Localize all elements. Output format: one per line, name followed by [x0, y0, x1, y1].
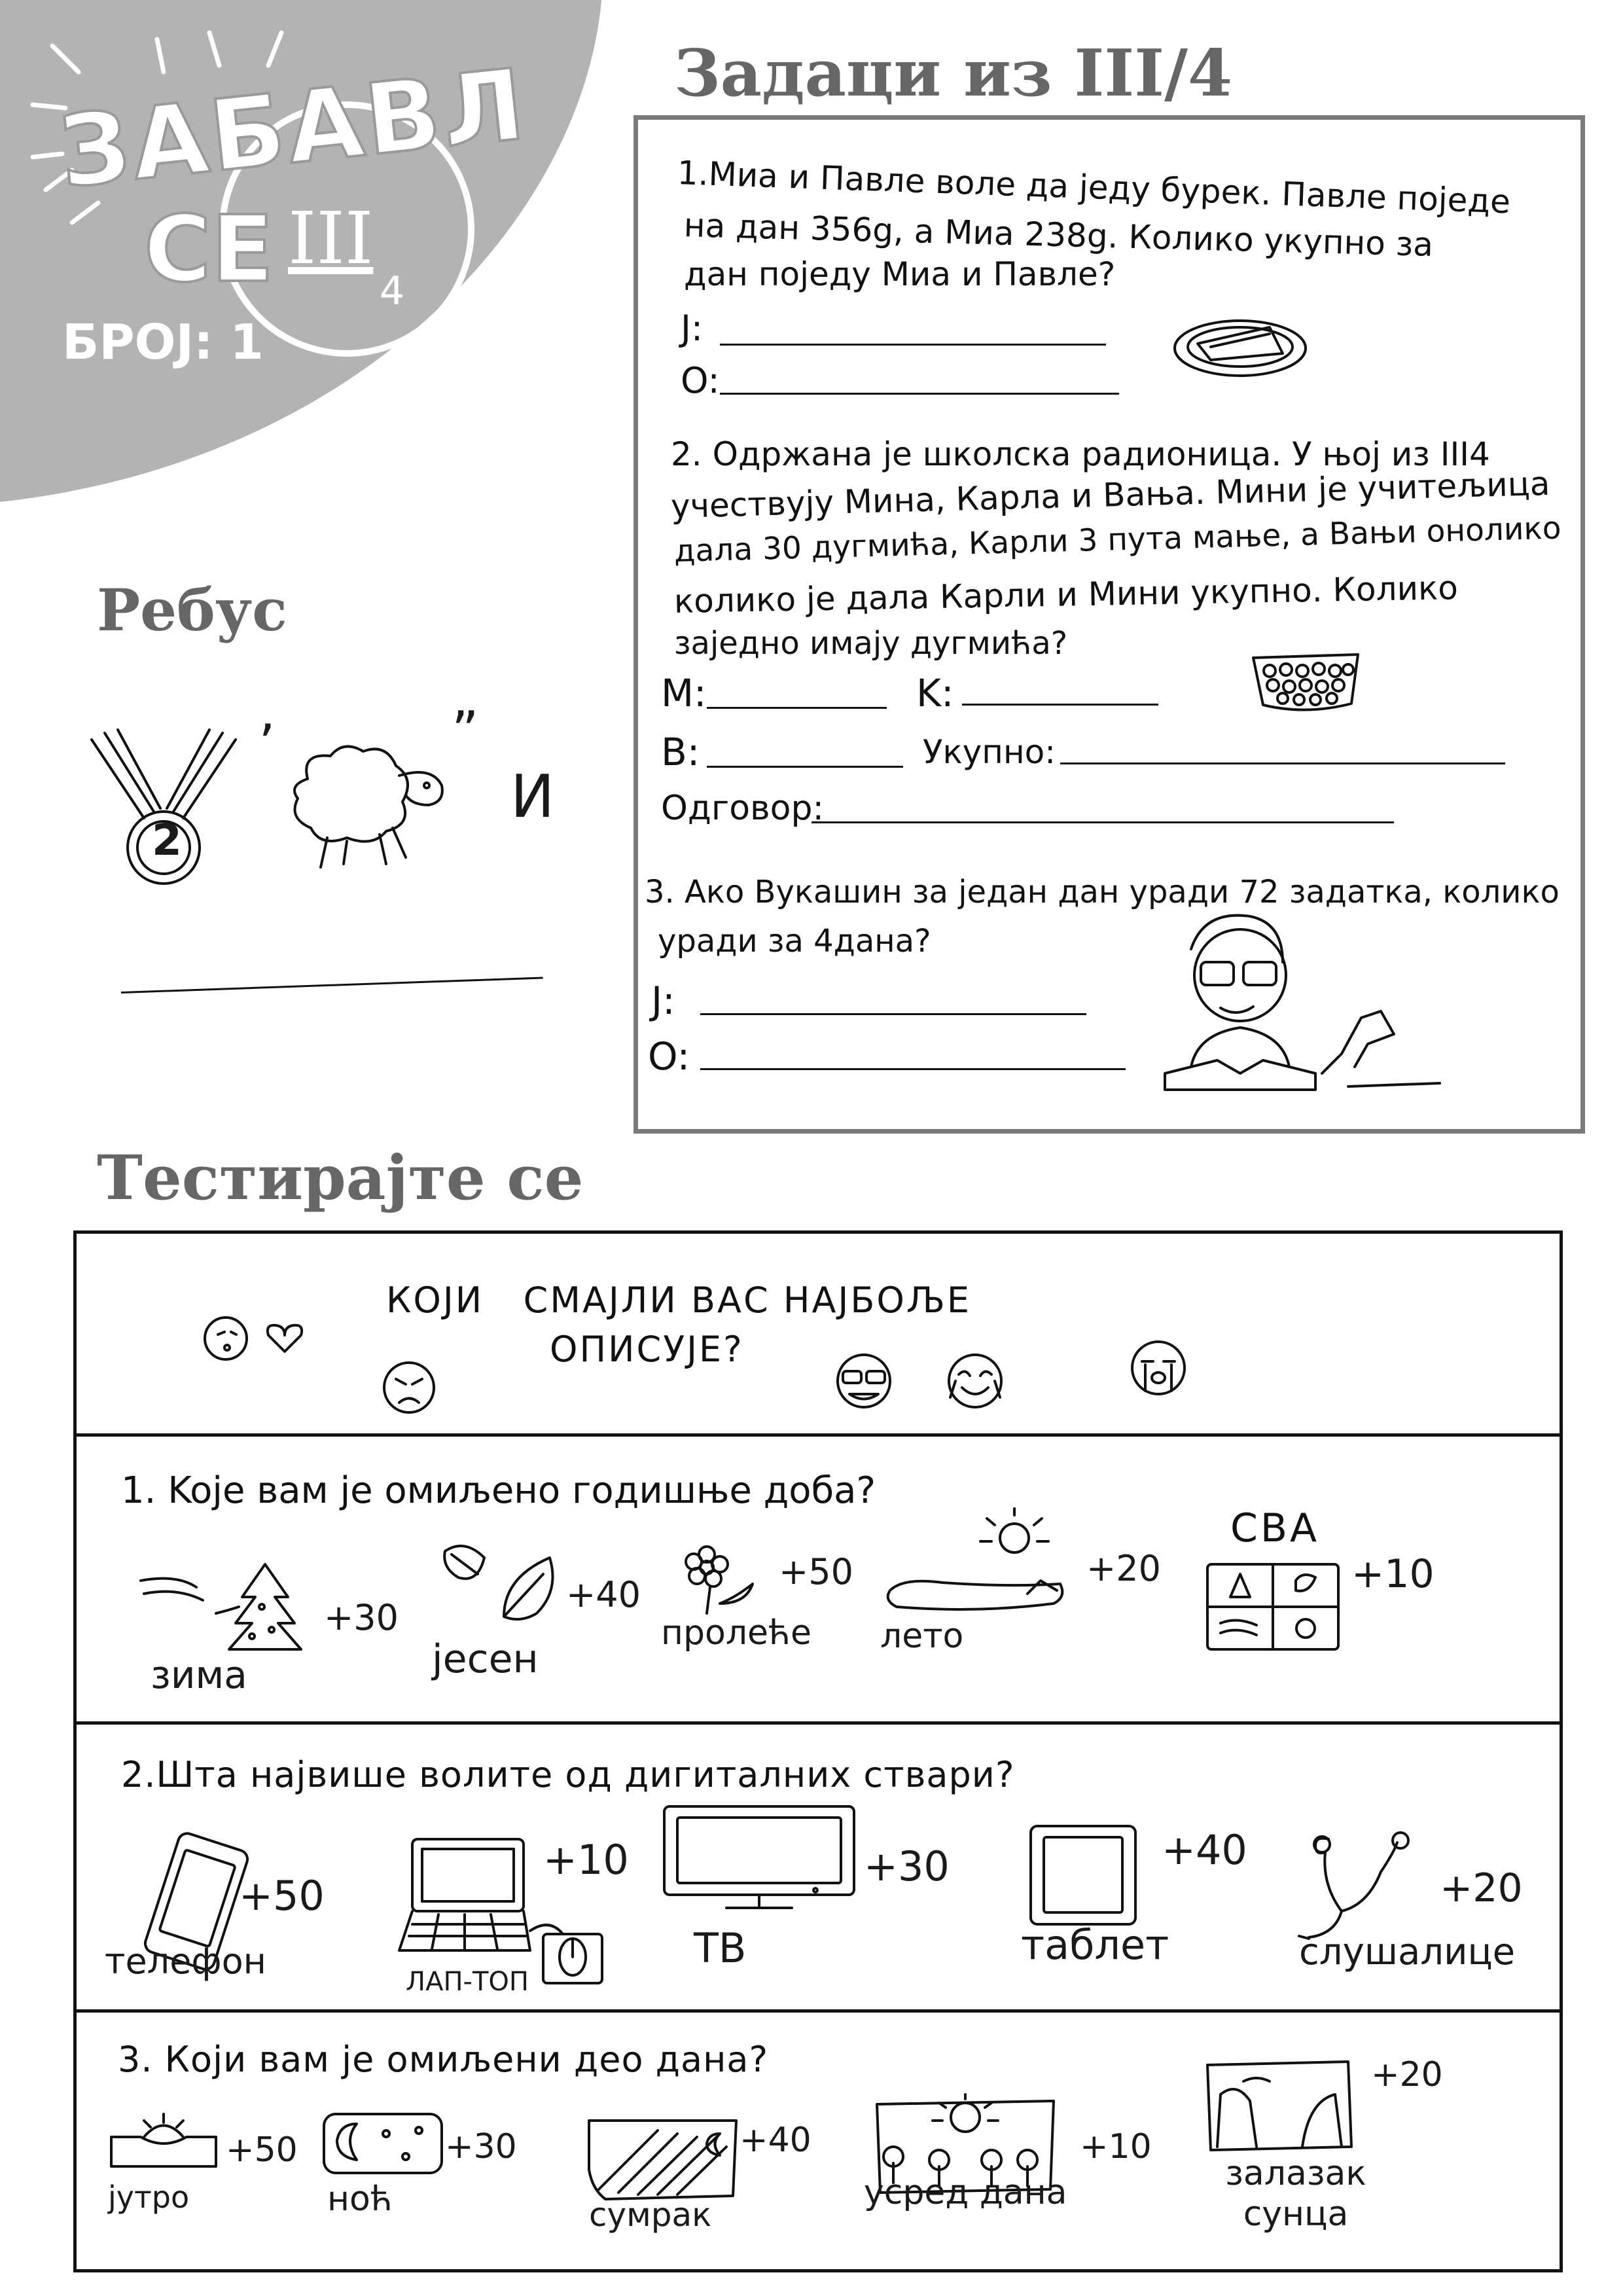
- dusk-icon: [588, 2119, 738, 2200]
- tablet-icon: [1029, 1825, 1137, 1926]
- q3-label-dusk[interactable]: сумрак: [589, 2196, 711, 2234]
- task1-label-j: J:: [681, 308, 704, 349]
- task1-answer-line-o[interactable]: [720, 393, 1119, 395]
- task3-answer-line-j[interactable]: [700, 1013, 1086, 1015]
- task2-line1: 2. Одржана је школска радионица. У њој и…: [671, 435, 1490, 473]
- q3-label-morning[interactable]: јутро: [108, 2179, 189, 2215]
- crying-laughing-smiley-icon: [948, 1354, 1003, 1408]
- quiz-intro-line1: КОЈИ СМАЈЛИ ВАС НАЈБОЉЕ: [386, 1280, 972, 1321]
- headphones-icon: [1298, 1831, 1410, 1940]
- q1-label-spring[interactable]: пролеће: [661, 1613, 812, 1653]
- q2-question: 2.Шта највише волите од дигиталних ствар…: [121, 1754, 1015, 1795]
- task1-label-o: O:: [681, 360, 720, 401]
- quiz-row-separator: [77, 1721, 1560, 1725]
- quiz-intro-line2: ОПИСУЈЕ?: [550, 1329, 744, 1370]
- spring-flower-icon: [685, 1545, 754, 1615]
- task3-label-j: J:: [651, 978, 675, 1023]
- task2-label-v: B:: [661, 730, 700, 774]
- morning-sunrise-icon: [110, 2113, 217, 2168]
- burek-plate-icon: [1173, 319, 1307, 377]
- logo-class-numeral: III: [288, 196, 374, 280]
- q1-points-winter: +30: [324, 1597, 399, 1638]
- task3-line2: уради за 4дана?: [658, 923, 931, 960]
- task2-label-total: Укупно:: [923, 733, 1056, 771]
- logo-issue: БРОЈ: 1: [62, 314, 264, 370]
- q1-label-autumn[interactable]: јесен: [432, 1636, 539, 1682]
- q1-points-all: +10: [1351, 1551, 1435, 1597]
- q3-label-night[interactable]: ноћ: [327, 2179, 393, 2219]
- summer-beach-icon: [886, 1507, 1064, 1611]
- q1-points-autumn: +40: [566, 1574, 641, 1615]
- q3-points-midday: +10: [1080, 2127, 1152, 2166]
- q2-points-tablet: +40: [1162, 1826, 1247, 1874]
- crying-smiley-icon: [1131, 1340, 1186, 1395]
- angry-smiley-icon: [383, 1361, 435, 1414]
- quiz-row-separator: [77, 1433, 1560, 1437]
- q2-points-headphones: +20: [1440, 1865, 1523, 1911]
- task3-answer-line-o[interactable]: [700, 1068, 1126, 1070]
- task2-answer-line-v[interactable]: [707, 766, 903, 768]
- task2-label-k: K:: [916, 671, 954, 715]
- task1-answer-line-j[interactable]: [720, 344, 1106, 346]
- sheep-icon: [293, 745, 444, 869]
- tasks-heading: Задаци из III/4: [674, 36, 1233, 111]
- button-bowl-icon: [1252, 653, 1359, 711]
- task3-label-o: O:: [648, 1034, 690, 1079]
- rebus-heading: Ребус: [97, 576, 287, 644]
- q1-question: 1. Koje вам je омиљено годишње доба?: [121, 1469, 876, 1512]
- rebus-answer-line[interactable]: [120, 977, 543, 994]
- task2-answer-line-m[interactable]: [707, 707, 887, 709]
- rebus-apostrophe-2: ”: [452, 700, 479, 761]
- q3-points-dusk: +40: [740, 2121, 812, 2160]
- q2-points-laptop: +10: [543, 1836, 629, 1884]
- task2-answer-line-answer[interactable]: [812, 821, 1394, 823]
- q1-label-winter[interactable]: зима: [151, 1653, 247, 1697]
- task2-answer-line-total[interactable]: [1060, 762, 1505, 764]
- sunset-icon: [1206, 2060, 1353, 2151]
- medal-number: 2: [152, 815, 182, 865]
- q2-label-tv[interactable]: ТВ: [694, 1924, 746, 1972]
- q3-points-morning: +50: [226, 2130, 298, 2170]
- task2-answer-line-k[interactable]: [962, 704, 1158, 706]
- task1-line3: дан поједу Миа и Павле?: [684, 255, 1116, 293]
- q2-label-phone[interactable]: телефон: [105, 1941, 266, 1982]
- cool-smiley-icon: [836, 1354, 891, 1408]
- q2-label-tablet[interactable]: таблет: [1021, 1921, 1169, 1969]
- all-seasons-icon: [1206, 1563, 1340, 1651]
- q1-points-spring: +50: [779, 1551, 853, 1592]
- q1-label-all[interactable]: СВА: [1230, 1505, 1319, 1551]
- boy-reading-icon: [1164, 914, 1441, 1091]
- logo-title-line2: СЕ: [143, 195, 275, 304]
- rebus-apostrophe-1: ’: [259, 713, 276, 774]
- q2-label-headphones[interactable]: слушалице: [1299, 1931, 1515, 1973]
- q2-points-phone: +50: [239, 1872, 325, 1920]
- q3-points-sunset: +20: [1371, 2055, 1443, 2094]
- tv-icon: [663, 1805, 855, 1909]
- autumn-leaves-icon: [443, 1545, 554, 1621]
- q3-label-midday[interactable]: усред дана: [864, 2173, 1067, 2212]
- task2-line5: заједно имају дугмића?: [674, 625, 1068, 662]
- q1-label-summer[interactable]: лето: [880, 1617, 963, 1656]
- logo-class-sub: 4: [380, 268, 405, 314]
- q3-points-night: +30: [445, 2127, 517, 2166]
- quiz-row-separator: [77, 2009, 1560, 2013]
- q1-points-summer: +20: [1086, 1548, 1161, 1589]
- rebus-letter: И: [510, 762, 555, 831]
- winter-tree-icon: [139, 1563, 302, 1651]
- quiz-heading: Тестирајте се: [97, 1142, 584, 1214]
- q2-label-laptop[interactable]: ЛАП-ТОП: [406, 1967, 529, 1997]
- q2-points-tv: +30: [864, 1842, 950, 1890]
- kissing-smiley-icon: [204, 1316, 304, 1361]
- q3-label-sunset[interactable]: залазак сунца: [1198, 2153, 1394, 2234]
- q3-question: 3. Који вам је омиљени део дана?: [118, 2039, 769, 2080]
- task2-label-m: M:: [661, 671, 707, 715]
- task2-label-answer: Одговор:: [661, 789, 825, 828]
- night-moon-icon: [323, 2113, 443, 2174]
